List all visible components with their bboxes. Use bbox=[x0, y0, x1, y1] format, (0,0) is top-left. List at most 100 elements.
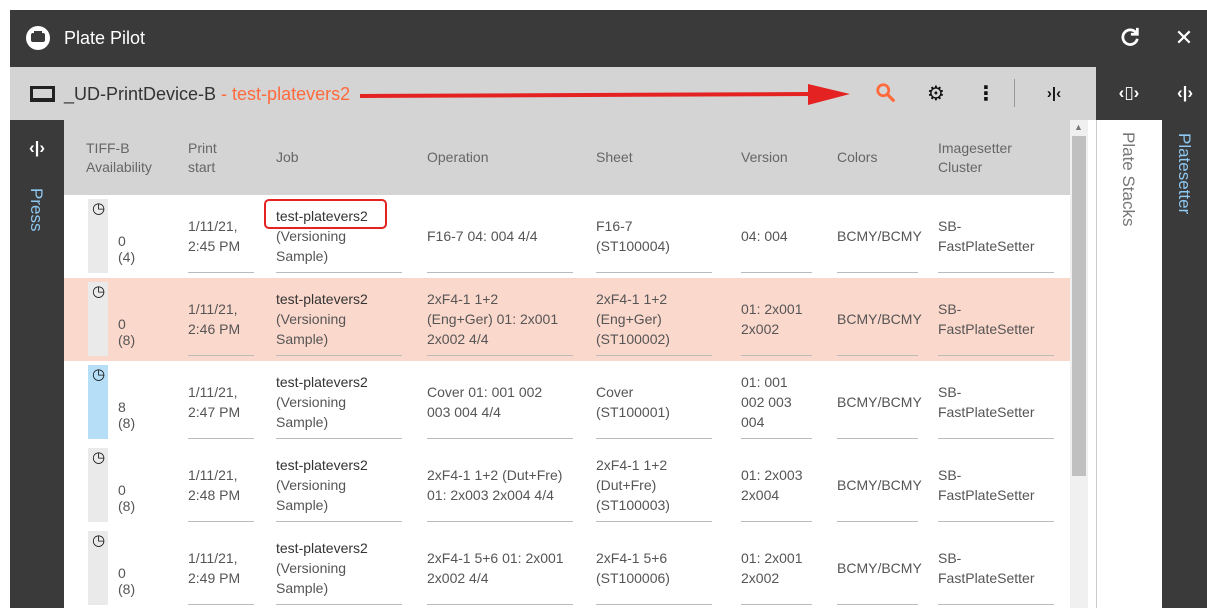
platesetter-pane[interactable]: ‹|› Platesetter bbox=[1162, 67, 1207, 608]
cell-line: 2x002 4/4 bbox=[427, 570, 489, 586]
colors-cell: BCMY/BCMY bbox=[837, 228, 922, 244]
refresh-icon[interactable] bbox=[1118, 26, 1142, 50]
job-highlight-annotation bbox=[264, 199, 387, 229]
press-pane-label: Press bbox=[27, 188, 46, 232]
cell-line: (Dut+Fre) bbox=[596, 477, 657, 493]
expand-icon[interactable]: ‹|› bbox=[1170, 83, 1200, 103]
column-header-line: Cluster bbox=[938, 158, 983, 175]
table-cell: test-platevers2 (Versioning Sample) bbox=[276, 455, 416, 515]
column-header[interactable]: Print start bbox=[188, 120, 268, 195]
device-title: _UD-PrintDevice-B - test-platevers2 bbox=[64, 84, 350, 105]
cell-underline bbox=[837, 438, 918, 439]
table-row[interactable]: ◷ 8 (8) 1/11/21, 2:47 PM test-platevers2 (Ver… bbox=[64, 361, 1070, 444]
cell-underline bbox=[188, 355, 254, 356]
table-cell: test-platevers2 (Versioning Sample) bbox=[276, 372, 416, 432]
scrollbar[interactable]: ▲ bbox=[1070, 120, 1088, 608]
column-header[interactable]: Operation bbox=[427, 120, 587, 195]
cell-line: SB- bbox=[938, 384, 962, 400]
gear-icon[interactable]: ⚙ bbox=[924, 82, 948, 106]
table-cell: Cover (ST100001) bbox=[596, 382, 726, 422]
cell-line: 2:48 PM bbox=[188, 487, 241, 503]
close-icon[interactable]: ✕ bbox=[1172, 26, 1196, 50]
table-row[interactable]: ◷ 0 (8) 1/11/21, 2:49 PM test-platevers2 (Ver… bbox=[64, 527, 1070, 608]
cell-line: (ST100003) bbox=[596, 497, 670, 513]
column-header[interactable]: Sheet bbox=[596, 120, 726, 195]
table-row[interactable]: ◷ 0 (8) 1/11/21, 2:46 PM test-platevers2 (Ver… bbox=[64, 278, 1070, 361]
clock-icon: ◷ bbox=[92, 283, 106, 300]
table-cell: test-platevers2 (Versioning Sample) bbox=[276, 538, 416, 598]
plate-stacks-header: ‹▯› bbox=[1096, 67, 1162, 120]
scroll-up-icon[interactable]: ▲ bbox=[1074, 122, 1083, 132]
table-cell: 01: 2x003 2x004 bbox=[741, 465, 826, 505]
cell-line: (ST100006) bbox=[596, 570, 670, 586]
cell-line: 1/11/21, bbox=[188, 550, 238, 566]
cell-underline bbox=[741, 355, 812, 356]
cell-line: SB- bbox=[938, 218, 962, 234]
search-icon[interactable] bbox=[874, 82, 898, 106]
collapse-icon[interactable]: ›|‹ bbox=[1042, 82, 1066, 106]
column-header-line: Colors bbox=[837, 149, 878, 165]
cell-underline bbox=[427, 272, 573, 273]
app-logo-icon bbox=[26, 26, 50, 50]
cell-line: test-platevers2 bbox=[276, 291, 368, 307]
column-header-line: Availability bbox=[86, 158, 152, 175]
table-row[interactable]: ◷ 0 (8) 1/11/21, 2:48 PM test-platevers2 (Ver… bbox=[64, 444, 1070, 527]
column-header-line: Operation bbox=[427, 149, 489, 165]
cell-line: FastPlateSetter bbox=[938, 570, 1035, 586]
cell-line: FastPlateSetter bbox=[938, 404, 1035, 420]
table-cell: Cover 01: 001 002 003 004 4/4 bbox=[427, 382, 587, 422]
column-header[interactable]: Job bbox=[276, 120, 416, 195]
expand-icon[interactable]: ‹▯› bbox=[1114, 83, 1144, 103]
cell-line: test-platevers2 bbox=[276, 540, 368, 556]
more-vertical-icon[interactable]: ⋮ bbox=[974, 82, 998, 106]
cell-underline bbox=[427, 438, 573, 439]
arrow-annotation bbox=[360, 84, 850, 105]
cell-line: FastPlateSetter bbox=[938, 238, 1035, 254]
availability-cell: ◷ 0 (8) bbox=[88, 448, 142, 522]
table-cell: 1/11/21, 2:49 PM bbox=[188, 548, 268, 588]
clock-icon: ◷ bbox=[92, 449, 106, 466]
expand-icon[interactable]: ‹|› bbox=[22, 138, 52, 158]
cell-line: (Eng+Ger) bbox=[596, 311, 662, 327]
table-cell: SB- FastPlateSetter bbox=[938, 299, 1068, 339]
column-header[interactable]: TIFF-B Availability bbox=[86, 120, 176, 195]
availability-cell: ◷ 0 (8) bbox=[88, 282, 142, 356]
cell-underline bbox=[427, 355, 573, 356]
table-cell: 2xF4-1 1+2 (Dut+Fre) (ST100003) bbox=[596, 455, 726, 515]
table-cell: 1/11/21, 2:47 PM bbox=[188, 382, 268, 422]
column-header[interactable]: Version bbox=[741, 120, 826, 195]
cell-underline bbox=[596, 521, 712, 522]
cell-line: (Versioning bbox=[276, 311, 347, 327]
cell-line: Cover bbox=[596, 384, 634, 400]
cell-line: 2:47 PM bbox=[188, 404, 241, 420]
table-cell: SB- FastPlateSetter bbox=[938, 216, 1068, 256]
column-header[interactable]: Colors bbox=[837, 120, 932, 195]
table-cell: SB- FastPlateSetter bbox=[938, 465, 1068, 505]
cell-underline bbox=[837, 604, 918, 605]
table-cell: 1/11/21, 2:45 PM bbox=[188, 216, 268, 256]
cell-underline bbox=[188, 438, 254, 439]
cell-line: 2xF4-1 5+6 bbox=[596, 550, 668, 566]
cell-line: 01: 2x003 2x004 4/4 bbox=[427, 487, 554, 503]
column-header-line: Print bbox=[188, 139, 217, 156]
table-cell: 1/11/21, 2:48 PM bbox=[188, 465, 268, 505]
cell-underline bbox=[938, 438, 1054, 439]
cell-underline bbox=[837, 355, 918, 356]
cell-underline bbox=[427, 604, 573, 605]
table-cell: 2xF4-1 5+6 01: 2x001 2x002 4/4 bbox=[427, 548, 587, 588]
scroll-thumb[interactable] bbox=[1072, 136, 1086, 476]
cell-underline bbox=[188, 272, 254, 273]
table-row[interactable]: ◷ 0 (4) 1/11/21, 2:45 PM test-platevers2 (Ver… bbox=[64, 195, 1070, 278]
column-header-line: TIFF-B bbox=[86, 139, 130, 156]
availability-count: 0 (4) bbox=[118, 233, 136, 265]
colors-cell: BCMY/BCMY bbox=[837, 394, 922, 410]
cell-line: 2x002 bbox=[741, 570, 780, 586]
cell-underline bbox=[741, 521, 812, 522]
plate-stacks-label: Plate Stacks bbox=[1119, 132, 1138, 227]
cell-line: 2xF4-1 5+6 01: 2x001 bbox=[427, 550, 564, 566]
cell-line: (Versioning bbox=[276, 228, 347, 244]
plate-stacks-pane[interactable]: Plate Stacks bbox=[1096, 120, 1162, 608]
column-header[interactable]: Imagesetter Cluster bbox=[938, 120, 1068, 195]
press-pane[interactable]: ‹|› Press bbox=[10, 120, 64, 608]
column-header-line: start bbox=[188, 158, 216, 175]
